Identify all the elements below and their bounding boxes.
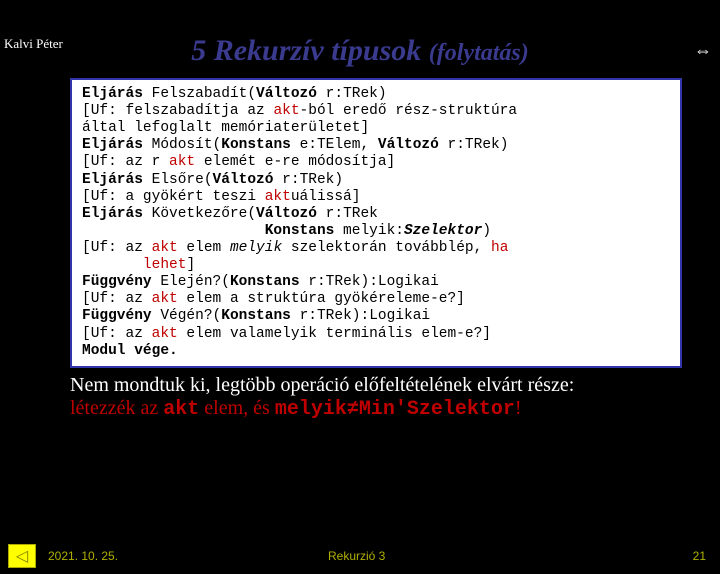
back-icon[interactable]: ◁ bbox=[8, 544, 36, 568]
slide-title: 5 Rekurzív típusok (folytatás) bbox=[0, 34, 720, 68]
title-main: 5 Rekurzív típusok bbox=[191, 34, 429, 67]
code-block: Eljárás Felszabadít(Változó r:TRek) [Uf:… bbox=[70, 78, 682, 368]
footer-page: 21 bbox=[666, 549, 720, 563]
footer: ◁ 2021. 10. 25. Rekurzió 3 21 bbox=[0, 544, 720, 568]
expand-icon[interactable]: ⇔ bbox=[694, 40, 712, 61]
note-line-2: létezzék az akt elem, és melyik≠Min'Szel… bbox=[70, 397, 682, 421]
note-line-1: Nem mondtuk ki, legtöbb operáció előfelt… bbox=[70, 374, 682, 397]
footer-title: Rekurzió 3 bbox=[268, 549, 666, 563]
author-scribble: Kalvi Péter bbox=[4, 36, 63, 52]
title-continuation: (folytatás) bbox=[429, 40, 529, 66]
footer-date: 2021. 10. 25. bbox=[48, 549, 268, 563]
